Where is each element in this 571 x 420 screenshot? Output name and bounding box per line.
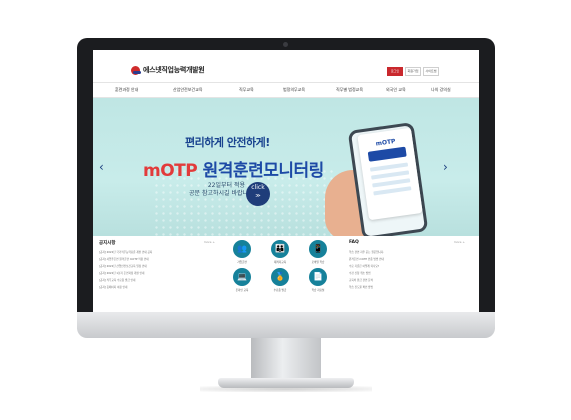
- faq-item[interactable]: 학습 관련 자주 묻는 질문입니다.: [349, 250, 465, 254]
- faq-item[interactable]: 원격훈련 mOTP 인증 방법 안내: [349, 257, 465, 261]
- quick-label: 기업훈련: [237, 261, 247, 264]
- banner-click-button[interactable]: click ≫: [246, 182, 270, 206]
- faq-title: FAQ: [349, 240, 359, 245]
- faq-item[interactable]: 수료 기준은 어떻게 되나요?: [349, 264, 465, 268]
- nav-item-training[interactable]: 훈련과정 안내: [115, 87, 138, 93]
- notice-title: 공지사항: [99, 241, 116, 246]
- double-chevron-icon: ≫: [255, 193, 261, 199]
- signup-button[interactable]: 회원가입: [405, 67, 421, 76]
- site-logo-text[interactable]: 에스넷직업능력개발원: [143, 65, 205, 75]
- quick-label: 모바일 학습: [311, 261, 325, 264]
- notice-item[interactable]: [공지] 2022년 국가직무능력표준 개편 안내 공지: [99, 250, 215, 254]
- laptop-icon[interactable]: 💻: [233, 268, 251, 286]
- quick-label: 재직자교육: [274, 261, 286, 264]
- nav-item-safety[interactable]: 산업안전보건교육: [173, 87, 202, 93]
- website-screen: 에스넷직업능력개발원 로그인 회원가입 사이트맵 훈련과정 안내 산업안전보건교…: [93, 50, 479, 312]
- main-nav: 훈련과정 안내 산업안전보건교육 직무교육 법정의무교육 직무별 법정교육 외국…: [93, 82, 479, 98]
- banner-next-arrow[interactable]: ›: [443, 160, 448, 174]
- notice-more-link[interactable]: more +: [204, 240, 215, 244]
- banner-prev-arrow[interactable]: ‹: [99, 160, 104, 174]
- notice-item[interactable]: [공지] 홈페이지 이용 안내: [99, 285, 215, 289]
- login-button[interactable]: 로그인: [387, 67, 403, 76]
- card-line: [373, 186, 412, 196]
- banner-headline: 편리하게 안전하게!: [185, 136, 270, 149]
- site-header: 에스넷직업능력개발원 로그인 회원가입 사이트맵: [93, 50, 479, 76]
- certificate-icon[interactable]: 🏅: [271, 268, 289, 286]
- webcam: [283, 42, 288, 47]
- sitemap-button[interactable]: 사이트맵: [423, 67, 439, 76]
- faq-panel: FAQ more + 학습 관련 자주 묻는 질문입니다. 원격훈련 mOTP …: [349, 240, 465, 310]
- nav-item-my-class[interactable]: 나의 강의실: [431, 87, 451, 93]
- banner-title-korean: 원격훈련모니터링: [202, 161, 325, 181]
- monitor-base: [218, 378, 354, 388]
- banner-subtext: 22일부터 적용 공문 참고하시길 바랍니다.: [189, 182, 256, 198]
- faq-item[interactable]: 교육비 환급 관련 문의: [349, 278, 465, 282]
- quick-label: 학습 자료실: [311, 289, 325, 292]
- nav-item-job[interactable]: 직무교육: [239, 87, 254, 93]
- monitor-chin: [77, 312, 495, 338]
- notice-item[interactable]: [공지] 사업주훈련 원격훈련 mOTP 적용 안내: [99, 257, 215, 261]
- nav-item-legal[interactable]: 법정의무교육: [283, 87, 305, 93]
- people-icon[interactable]: 👥: [233, 240, 251, 258]
- notice-item[interactable]: [공지] 직무교육 수료증 발급 안내: [99, 278, 215, 282]
- notice-item[interactable]: [공지] 2022년 1분기 훈련과정 개설 안내: [99, 271, 215, 275]
- monitor-stand: [251, 338, 321, 382]
- nav-item-foreign[interactable]: 외국인 교육: [386, 87, 406, 93]
- banner-subtext-line2: 공문 참고하시길 바랍니다.: [189, 190, 256, 197]
- slide-indicator[interactable]: [258, 228, 284, 236]
- nav-item-job-legal[interactable]: 직무별 법정교육: [336, 87, 363, 93]
- banner-title: mOTP 원격훈련모니터링: [143, 156, 324, 181]
- mobile-icon[interactable]: 📱: [309, 240, 327, 258]
- banner-title-motp: mOTP: [143, 161, 198, 181]
- quick-label: 수료증 발급: [273, 289, 287, 292]
- quick-menu: 👥 기업훈련 👪 재직자교육 📱 모바일 학습 💻 온라인 교육 🏅 수료증 발…: [227, 240, 337, 300]
- group-icon[interactable]: 👪: [271, 240, 289, 258]
- notice-item[interactable]: [공지] 2022년 산업안전보건교육 일정 안내: [99, 264, 215, 268]
- faq-item[interactable]: 학습 진도율 확인 방법: [349, 285, 465, 289]
- card-header-bar: [367, 146, 407, 162]
- faq-item[interactable]: 수강 신청 취소 방법: [349, 271, 465, 275]
- banner-subtext-line1: 22일부터 적용: [207, 182, 245, 189]
- logo-icon[interactable]: [131, 66, 141, 75]
- quick-label: 온라인 교육: [235, 289, 249, 292]
- doc-icon[interactable]: 📄: [309, 268, 327, 286]
- click-label: click: [251, 184, 265, 191]
- faq-more-link[interactable]: more +: [454, 240, 465, 244]
- main-banner[interactable]: ‹ › 편리하게 안전하게! mOTP 원격훈련모니터링 22일부터 적용 공문…: [93, 98, 479, 236]
- notice-panel: 공지사항 more + [공지] 2022년 국가직무능력표준 개편 안내 공지…: [99, 240, 215, 310]
